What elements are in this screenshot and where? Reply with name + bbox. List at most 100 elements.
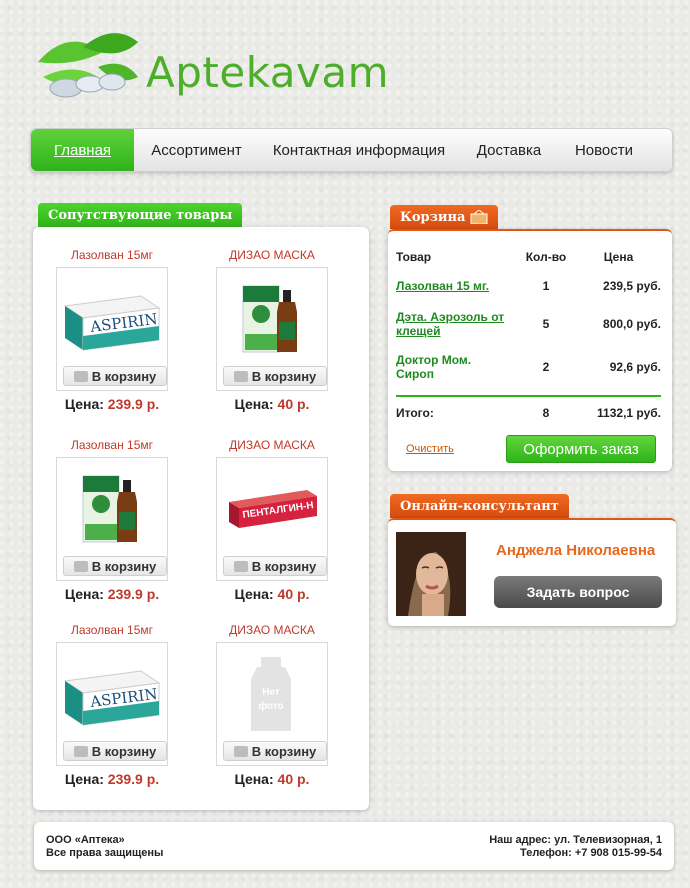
product-name[interactable]: ДИЗАО МАСКА [209,437,335,453]
add-to-cart-label: В корзину [251,558,317,574]
basket-title: Корзина [400,209,466,225]
add-to-cart-button[interactable]: В корзину [223,556,327,576]
product-card: ДИЗАО МАСКА В корзину Цена: 40 р. [209,247,335,412]
basket-item-price: 239,5 руб. [603,279,661,293]
add-to-cart-button[interactable]: В корзину [223,366,327,386]
logo-text: Aptekavam [146,48,390,97]
nav-item-delivery[interactable]: Доставка [459,129,559,171]
product-price: Цена: 239.9 р. [49,771,175,787]
basket-panel: Товар Кол-во Цена Лазолван 15 мг. 1 239,… [388,229,672,471]
basket-total-row: Итого: 8 1132,1 руб. [396,401,661,425]
checkout-button[interactable]: Оформить заказ [506,435,656,463]
product-card: Лазолван 15мг ASPIRIN В корзину Цена: 23… [49,247,175,412]
site-footer: ООО «Аптека» Все права защищены Наш адре… [34,822,674,870]
basket-item-link[interactable]: Лазолван 15 мг. [396,279,489,293]
price-label: Цена: [234,586,274,602]
related-products-tab: Сопутствующие товары [38,203,243,227]
nav-item-home[interactable]: Главная [31,129,134,171]
no-photo-line-1: Нет [262,687,280,698]
total-label: Итого: [396,406,434,420]
product-name[interactable]: Лазолван 15мг [49,247,175,263]
product-image-box[interactable]: ASPIRIN В корзину [56,267,168,391]
footer-left: ООО «Аптека» Все права защищены [46,834,163,860]
footer-address: Наш адрес: ул. Телевизорная, 1 [489,834,662,846]
product-image-box[interactable]: В корзину [216,267,328,391]
product-name[interactable]: Лазолван 15мг [49,622,175,638]
product-price: Цена: 239.9 р. [49,586,175,602]
product-name[interactable]: ДИЗАО МАСКА [209,247,335,263]
product-image-box[interactable]: ASPIRIN В корзину [56,642,168,766]
nav-item-news[interactable]: Новости [559,129,649,171]
no-photo-placeholder-image: Нет фото [251,657,291,731]
basket-item-price: 800,0 руб. [603,317,661,331]
product-image-box[interactable]: Нет фото В корзину [216,642,328,766]
product-image-box[interactable]: ПЕНТАЛГИН-Н В корзину [216,457,328,581]
consultant-tab: Онлайн-консультант [390,494,569,518]
product-price: Цена: 40 р. [209,586,335,602]
add-to-cart-button[interactable]: В корзину [63,741,167,761]
basket-item-link[interactable]: Дэта. Аэрозоль от клещей [396,310,504,338]
footer-right: Наш адрес: ул. Телевизорная, 1 Телефон: … [489,834,662,860]
product-image-box[interactable]: В корзину [56,457,168,581]
product-price: Цена: 239.9 р. [49,396,175,412]
add-to-cart-button[interactable]: В корзину [223,741,327,761]
clear-basket-link[interactable]: Очистить [406,443,454,455]
nav-item-contacts[interactable]: Контактная информация [259,129,459,171]
price-label: Цена: [234,771,274,787]
main-navigation: Главная Ассортимент Контактная информаци… [30,128,673,172]
price-value: 239.9 р. [107,396,160,412]
basket-row: Дэта. Аэрозоль от клещей 5 800,0 руб. [396,305,661,343]
cart-bag-icon [73,745,88,757]
col-header-price: Цена [603,250,634,264]
leaf-pills-icon [38,33,138,98]
basket-item-price: 92,6 руб. [609,360,661,374]
add-to-cart-label: В корзину [91,743,157,759]
product-name[interactable]: Лазолван 15мг [49,437,175,453]
add-to-cart-label: В корзину [251,743,317,759]
product-card: ДИЗАО МАСКА Нет фото В корзину Цена: 40 … [209,622,335,787]
basket-separator [396,395,661,397]
no-photo-line-2: фото [258,700,283,712]
total-qty: 8 [542,406,550,420]
basket-header-row: Товар Кол-во Цена [396,247,661,267]
col-header-item: Товар [396,250,432,264]
cart-bag-icon [233,745,248,757]
price-label: Цена: [234,396,274,412]
basket-icon [470,210,488,224]
add-to-cart-button[interactable]: В корзину [63,556,167,576]
cart-bag-icon [233,370,248,382]
product-price: Цена: 40 р. [209,771,335,787]
consultant-name: Анджела Николаевна [496,542,656,559]
product-card: ДИЗАО МАСКА ПЕНТАЛГИН-Н В корзину Цена: … [209,437,335,602]
consultant-avatar[interactable] [396,532,466,616]
basket-item-qty: 2 [542,360,550,374]
basket-row: Лазолван 15 мг. 1 239,5 руб. [396,267,661,305]
price-label: Цена: [64,586,104,602]
price-value: 40 р. [277,586,310,602]
basket-item-qty: 1 [542,279,550,293]
price-value: 40 р. [277,396,310,412]
product-price: Цена: 40 р. [209,396,335,412]
add-to-cart-label: В корзину [91,558,157,574]
footer-company: ООО «Аптека» [46,834,125,846]
site-logo[interactable]: Aptekavam [28,22,408,112]
price-value: 239.9 р. [107,586,160,602]
basket-item-name[interactable]: Доктор Мом. Сироп [396,353,486,381]
cart-bag-icon [233,560,248,572]
product-card: Лазолван 15мг ASPIRIN В корзину Цена: 23… [49,622,175,787]
basket-item-qty: 5 [542,317,550,331]
cart-bag-icon [73,370,88,382]
footer-phone: Телефон: +7 908 015-99-54 [520,847,662,859]
syrup-bottles-image [242,285,297,353]
nav-item-assortment[interactable]: Ассортимент [134,129,259,171]
add-to-cart-button[interactable]: В корзину [63,366,167,386]
pentalgin-box-image: ПЕНТАЛГИН-Н [229,490,317,528]
aspirin-box-image: ASPIRIN [63,670,161,726]
price-label: Цена: [64,396,104,412]
basket-row: Доктор Мом. Сироп 2 92,6 руб. [396,343,661,391]
consultant-panel: Анджела Николаевна Задать вопрос [388,518,676,626]
syrup-bottles-image [82,475,137,543]
product-name[interactable]: ДИЗАО МАСКА [209,622,335,638]
footer-rights: Все права защищены [46,847,164,859]
ask-question-button[interactable]: Задать вопрос [494,576,662,608]
